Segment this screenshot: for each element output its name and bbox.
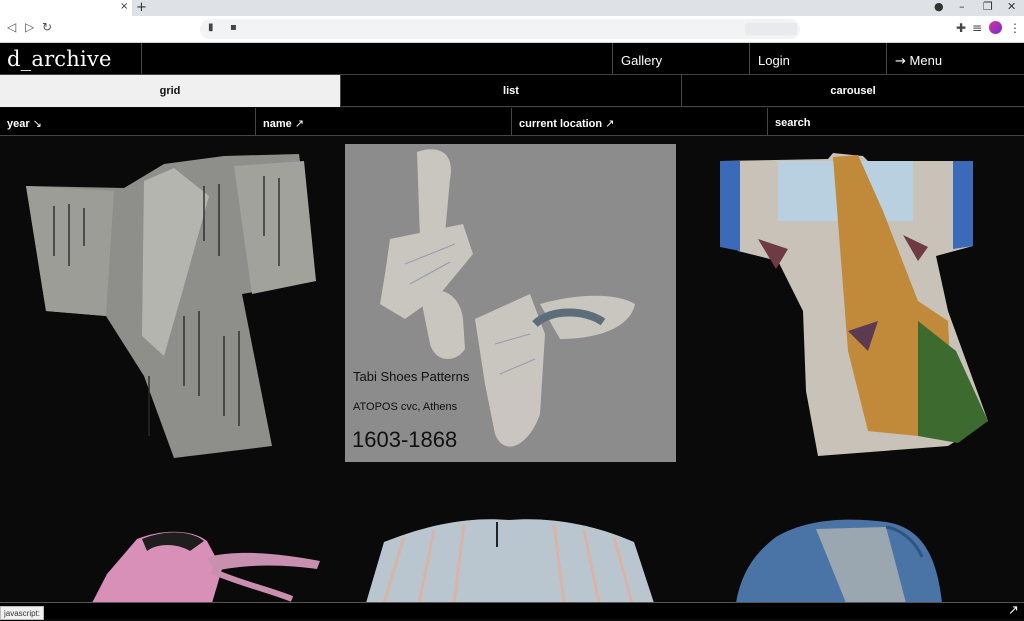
grid-item-tabi-patterns[interactable]: Tabi Shoes Patterns ATOPOS cvc, Athens 1… — [345, 144, 676, 462]
sort-location-label: current location — [519, 118, 603, 130]
arrow-down-right-icon: ↘ — [32, 117, 42, 130]
kimono-sleeve-left — [26, 186, 114, 316]
menu-label: Menu — [909, 53, 943, 68]
browser-toolbar: ◁ ▷ ↻ ▮ ▪ ✚ ≡ ⋮ — [0, 16, 1024, 43]
tabi-pattern-image — [380, 149, 635, 447]
sort-name-label: name — [263, 118, 292, 130]
tab-grid-label: grid — [159, 85, 181, 97]
sort-name[interactable]: name ↗ — [255, 108, 511, 136]
arrow-right-icon: → — [895, 54, 906, 69]
status-url: javascript: — [0, 606, 45, 620]
kimono-sleeve-edge-left — [720, 161, 740, 251]
tab-grid[interactable]: grid — [0, 75, 340, 107]
kebab-menu-icon[interactable]: ⋮ — [1009, 21, 1021, 35]
browser-account-icon[interactable]: ● — [934, 0, 944, 13]
pink-ribbon — [210, 568, 294, 602]
address-hint — [745, 23, 797, 35]
tab-close-icon[interactable]: × — [120, 1, 128, 12]
pink-ribbon — [207, 552, 320, 571]
blouse-body — [366, 519, 654, 602]
reload-button[interactable]: ↻ — [42, 20, 52, 34]
site-header: d_archive Gallery Login → Menu — [0, 43, 1024, 75]
view-tabs: grid list carousel — [0, 75, 1024, 107]
profile-avatar[interactable] — [989, 21, 1002, 34]
tab-list-label: list — [503, 85, 519, 97]
item-location: ATOPOS cvc, Athens — [353, 401, 458, 413]
arrow-up-right-icon: ↗ — [605, 117, 615, 130]
login-label: Login — [758, 53, 790, 68]
media-queue-icon[interactable]: ≡ — [972, 21, 982, 35]
login-link[interactable]: Login — [749, 43, 886, 75]
new-tab-button[interactable]: + — [136, 0, 147, 15]
search-label: search — [775, 117, 811, 129]
minimize-button[interactable]: – — [959, 0, 965, 13]
gallery-label: Gallery — [621, 53, 663, 68]
header-spacer — [141, 43, 612, 75]
grid-item-denim-jacket[interactable] — [736, 517, 942, 602]
sort-location[interactable]: current location ↗ — [511, 108, 767, 136]
search-field[interactable]: search — [767, 108, 1024, 136]
puzzle-icon[interactable]: ✚ — [956, 21, 966, 35]
sort-year[interactable]: year ↘ — [0, 108, 255, 136]
browser-tab-strip: × + ● – ❐ ✕ — [0, 0, 1024, 16]
status-bar: javascript: ↗ — [0, 602, 1024, 620]
forward-button[interactable]: ▷ — [25, 20, 34, 34]
arrow-up-right-icon[interactable]: ↗ — [1008, 603, 1019, 618]
close-window-button[interactable]: ✕ — [1007, 0, 1016, 13]
tab-carousel[interactable]: carousel — [681, 75, 1024, 107]
gallery-link[interactable]: Gallery — [612, 43, 749, 75]
tab-list[interactable]: list — [340, 75, 681, 107]
tabi-pattern-piece — [475, 294, 545, 447]
archive-grid: Tabi Shoes Patterns ATOPOS cvc, Athens 1… — [0, 137, 1024, 602]
sort-filter-bar: year ↘ name ↗ current location ↗ search — [0, 108, 1024, 136]
tabi-pattern-piece — [420, 290, 465, 360]
kimono-sleeve-edge-right — [953, 161, 973, 249]
tab-carousel-label: carousel — [830, 85, 876, 97]
grid-item-pink-garment[interactable] — [92, 529, 324, 602]
browser-tab[interactable]: × — [0, 0, 132, 16]
address-bar[interactable]: ▮ ▪ — [200, 19, 800, 39]
item-title: Tabi Shoes Patterns — [353, 369, 470, 384]
grid-item-patchwork-kimono[interactable] — [718, 151, 994, 459]
arrow-up-right-icon: ↗ — [294, 117, 304, 130]
restore-button[interactable]: ❐ — [983, 0, 993, 13]
grid-item-striped-blouse[interactable] — [364, 512, 656, 602]
grid-item-manuscript-kimono[interactable] — [24, 146, 318, 461]
bookmark-icon[interactable]: ▮ — [208, 22, 214, 33]
lock-icon[interactable]: ▪ — [230, 22, 237, 33]
menu-button[interactable]: → Menu — [886, 43, 1024, 75]
back-button[interactable]: ◁ — [7, 20, 16, 34]
sort-year-label: year — [7, 118, 30, 130]
item-year: 1603-1868 — [352, 427, 458, 452]
site-logo[interactable]: d_archive — [7, 47, 112, 71]
